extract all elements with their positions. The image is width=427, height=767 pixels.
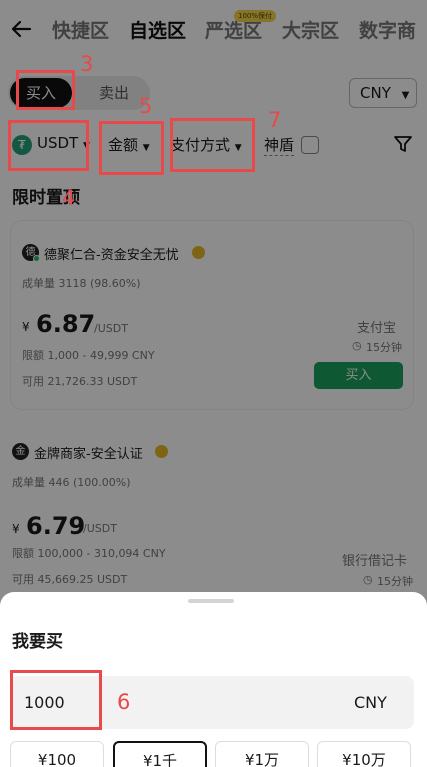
annotation-box: [8, 120, 89, 171]
quick-amount-chip[interactable]: ¥10万: [317, 741, 411, 767]
drag-handle[interactable]: [188, 599, 234, 603]
annotation-box: [16, 70, 75, 110]
annotation-box: [99, 121, 164, 175]
sheet-title: 我要买: [12, 632, 63, 652]
quick-amount-chip[interactable]: ¥100: [10, 741, 104, 767]
quick-amount-chip[interactable]: ¥1千: [113, 741, 207, 767]
annotation-box: [10, 670, 102, 730]
quick-amount-chip[interactable]: ¥1万: [215, 741, 309, 767]
annotation-number: 3: [80, 52, 94, 76]
annotation-box: [170, 118, 255, 172]
annotation-number: 6: [117, 690, 131, 714]
amount-currency: CNY: [354, 693, 387, 712]
annotation-number: 5: [139, 94, 153, 118]
annotation-number: 4: [62, 186, 76, 210]
annotation-number: 7: [268, 108, 282, 132]
